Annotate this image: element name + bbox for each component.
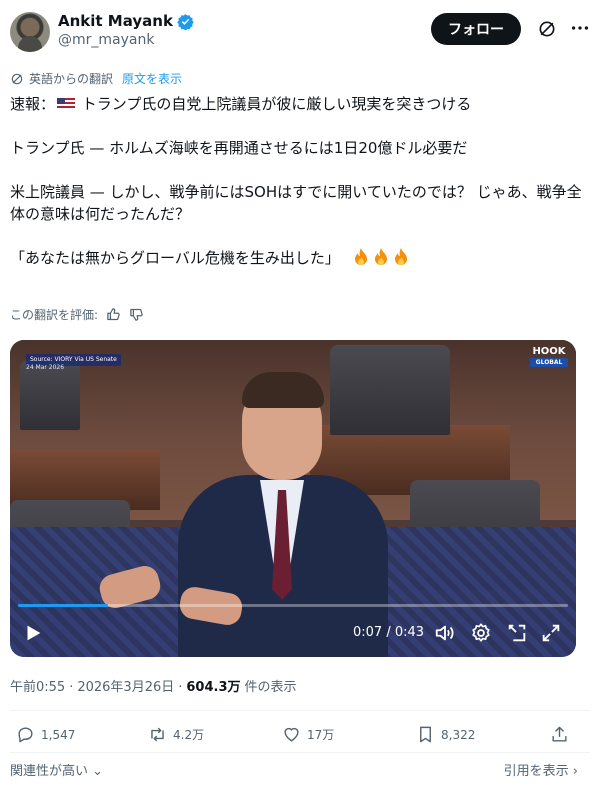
sort-relevance-dropdown[interactable]: 関連性が高い ⌄ <box>10 760 103 779</box>
share-button[interactable] <box>550 725 569 744</box>
reply-count: 1,547 <box>41 727 76 742</box>
bookmark-count: 8,322 <box>441 727 476 742</box>
avatar[interactable] <box>10 12 50 52</box>
translation-note: 英語からの翻訳 原文を表示 <box>10 70 182 87</box>
video-controls: 0:07 / 0:43 <box>10 618 576 648</box>
settings-gear-icon[interactable] <box>470 622 492 644</box>
chevron-right-icon: › <box>568 764 578 779</box>
tweet-time[interactable]: 午前0:55 <box>10 676 65 695</box>
pip-icon[interactable] <box>506 622 528 644</box>
video-source-date: 24 Mar 2026 <box>26 364 65 371</box>
video-time: 0:07 / 0:43 <box>353 625 425 640</box>
author-block: Ankit Mayank @mr_mayank <box>58 12 194 48</box>
bookmark-icon <box>420 726 431 743</box>
view-count-suffix: 件の表示 <box>244 680 297 695</box>
grok-icon[interactable] <box>537 19 557 39</box>
play-icon[interactable] <box>22 622 44 644</box>
follow-button[interactable]: フォロー <box>431 13 521 45</box>
video-chair <box>330 345 450 435</box>
view-quotes-link[interactable]: 引用を表示 › <box>504 760 578 779</box>
action-bar: 1,547 4.2万 17万 8,322 <box>10 725 590 749</box>
share-icon <box>552 726 567 742</box>
volume-icon[interactable] <box>434 622 456 644</box>
tweet-line-2: トランプ氏 — ホルムズ海峡を再開通させるには1日20億ドル必要だ <box>10 139 468 157</box>
video-speaker-hair <box>242 372 324 408</box>
hook-global-logo: HOOK GLOBAL <box>530 346 568 370</box>
verified-badge-icon <box>177 13 194 30</box>
fire-icon <box>395 248 408 265</box>
rate-translation: この翻訳を評価: <box>10 306 144 323</box>
repost-icon <box>151 727 164 742</box>
reply-icon <box>18 727 33 743</box>
bookmark-button[interactable]: 8,322 <box>416 725 475 744</box>
tweet-body: 速報： トランプ氏の自党上院議員が彼に厳しい現実を突きつける トランプ氏 — ホ… <box>10 93 590 269</box>
thumbs-down-icon[interactable] <box>129 307 144 322</box>
handle[interactable]: @mr_mayank <box>58 32 194 48</box>
fullscreen-icon[interactable] <box>540 622 562 644</box>
translation-label: 英語からの翻訳 <box>29 72 114 86</box>
tweet-line-1: 速報： トランプ氏の自党上院議員が彼に厳しい現実を突きつける <box>10 95 472 113</box>
reply-button[interactable]: 1,547 <box>16 725 75 744</box>
divider <box>10 710 590 711</box>
rate-translation-label: この翻訳を評価: <box>10 308 99 322</box>
thumbs-up-icon[interactable] <box>106 307 121 322</box>
tweet-date[interactable]: 2026年3月26日 <box>77 676 174 695</box>
us-flag-icon <box>57 98 76 110</box>
divider <box>10 752 590 753</box>
meta-separator: · <box>178 680 183 695</box>
more-options-icon[interactable] <box>569 17 591 39</box>
video-progress-bar[interactable] <box>18 604 568 607</box>
fire-icon <box>375 248 388 265</box>
like-count: 17万 <box>307 728 335 742</box>
like-button[interactable]: 17万 <box>282 725 334 744</box>
tweet-line-3: 米上院議員 — しかし、戦争前にはSOHはすでに開いていたのでは？ じゃあ、戦争… <box>10 183 582 223</box>
repost-button[interactable]: 4.2万 <box>148 725 204 744</box>
display-name[interactable]: Ankit Mayank <box>58 12 173 30</box>
fire-icon <box>355 248 368 265</box>
view-count: 604.3万 <box>186 680 241 695</box>
show-original-link[interactable]: 原文を表示 <box>122 70 182 87</box>
tweet-meta: 午前0:55 · 2026年3月26日 · 604.3万 件の表示 <box>10 676 297 695</box>
video-player[interactable]: Source: VIORY Via US Senate 24 Mar 2026 … <box>10 340 576 657</box>
heart-icon <box>284 727 299 742</box>
tweet-line-4: 「あなたは無からグローバル危機を生み出した」 <box>10 247 590 269</box>
meta-separator: · <box>69 680 74 695</box>
tweet-header: Ankit Mayank @mr_mayank フォロー <box>10 8 599 58</box>
translate-icon <box>11 73 23 84</box>
repost-count: 4.2万 <box>173 728 205 742</box>
video-progress-fill <box>18 604 108 607</box>
chevron-down-icon: ⌄ <box>88 764 104 779</box>
